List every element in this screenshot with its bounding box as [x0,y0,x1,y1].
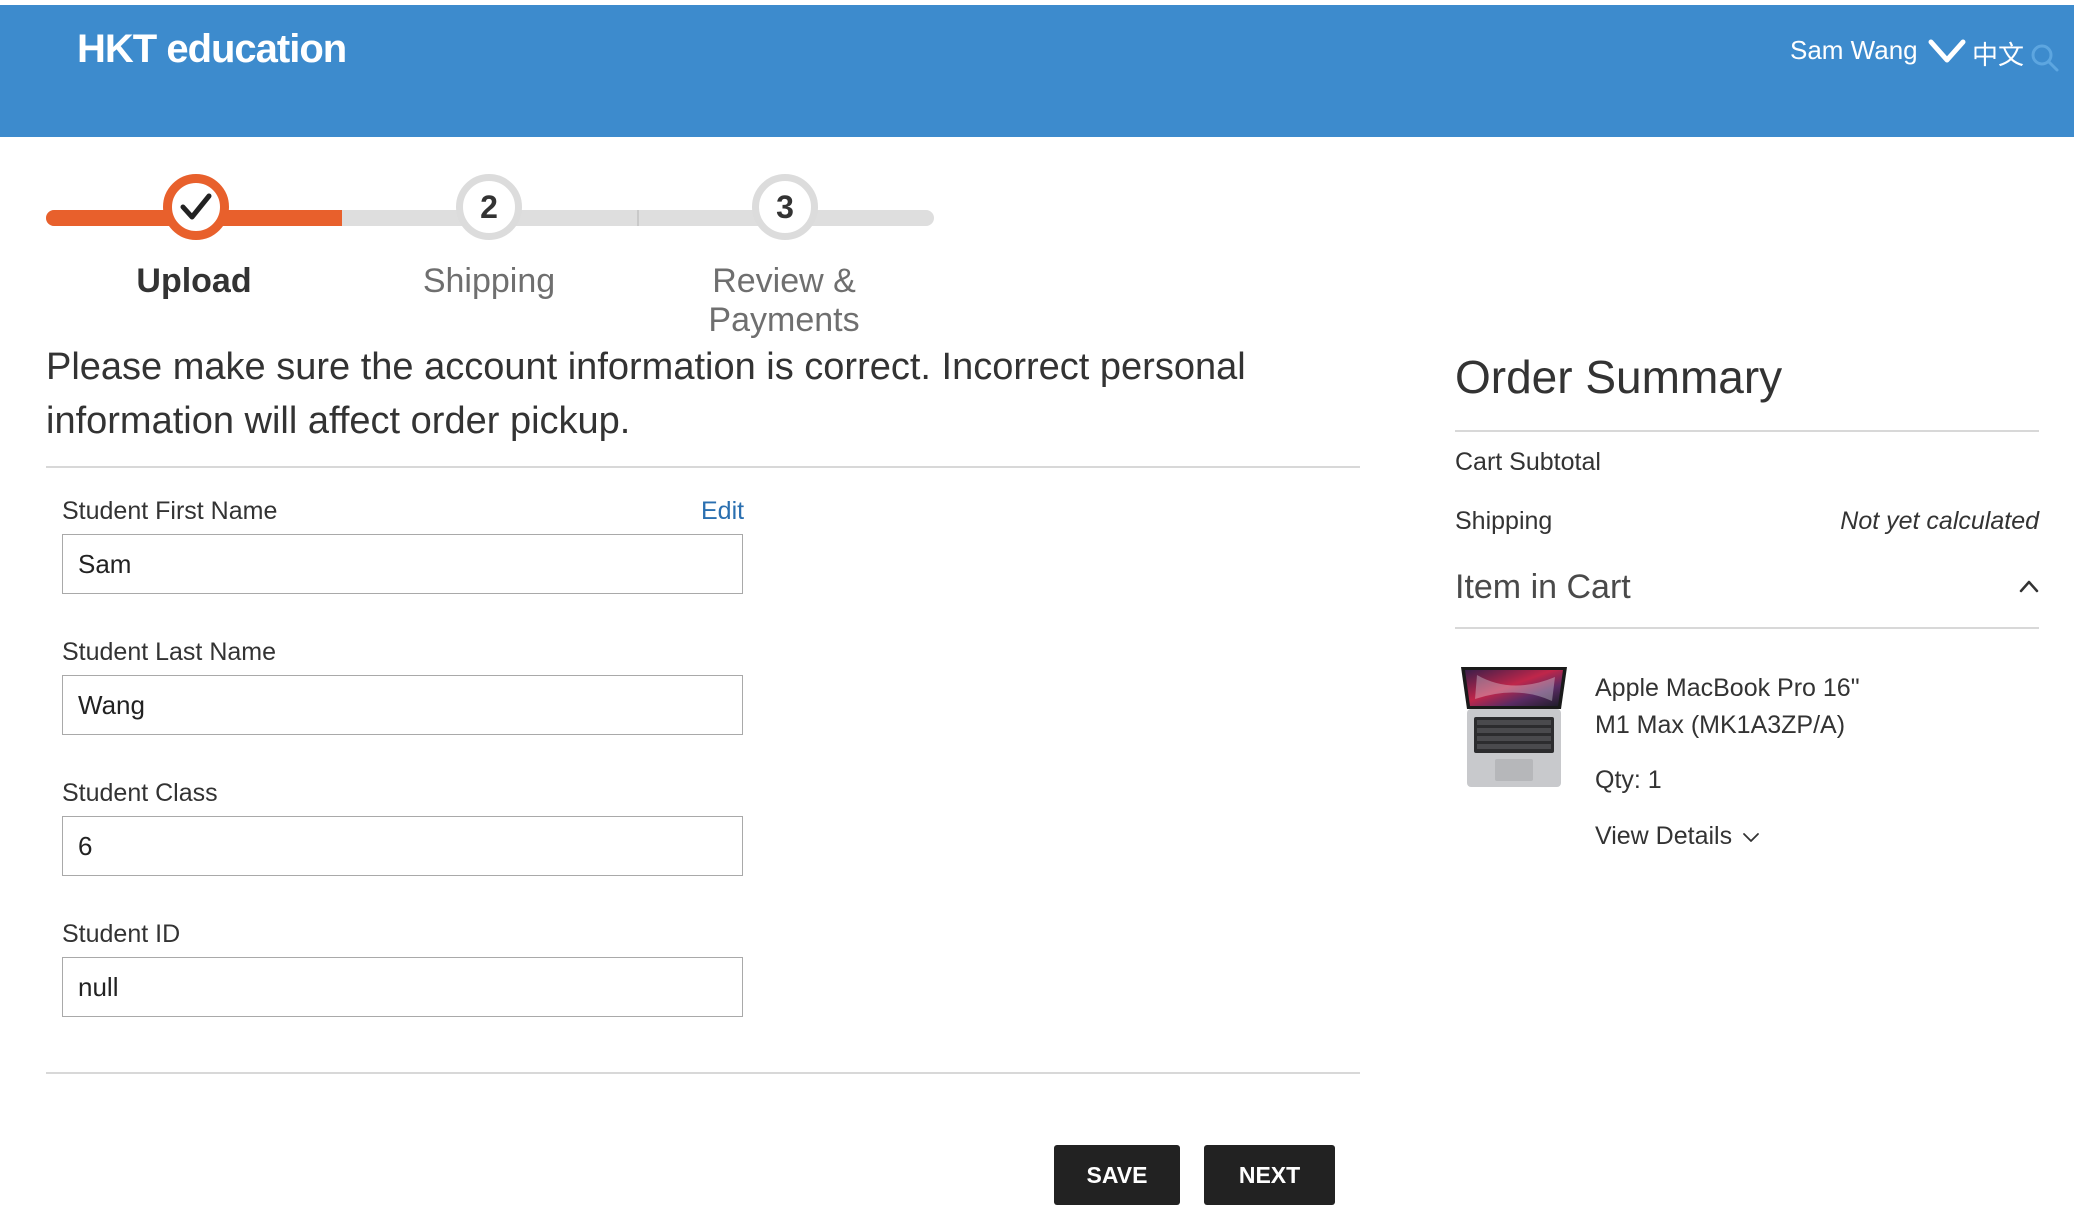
product-name-line1: Apple MacBook Pro 16" [1595,674,1860,702]
student-id-label: Student ID [62,920,181,948]
cart-subtotal-label: Cart Subtotal [1455,448,1601,476]
chevron-up-icon[interactable] [2018,578,2040,594]
product-image [1461,667,1567,787]
step-upload-circle[interactable] [163,174,229,240]
checkout-stepper: 2 3 Upload Shipping Review & Payments [0,160,960,339]
user-name: Sam Wang [1790,35,1918,65]
view-details-toggle[interactable]: View Details [1595,822,1760,851]
top-header: HKT education Sam Wang 中文 [0,5,2074,137]
site-logo[interactable]: HKT education [77,27,347,72]
first-name-label: Student First Name [62,497,278,525]
edit-link[interactable]: Edit [701,497,744,526]
last-name-input[interactable] [62,675,743,735]
step-shipping-label: Shipping [422,262,556,300]
shipping-value: Not yet calculated [1840,507,2039,535]
account-info-notice: Please make sure the account information… [46,346,1246,442]
search-icon[interactable] [2030,43,2060,73]
next-button[interactable]: NEXT [1204,1145,1335,1205]
divider [46,466,1360,468]
step-shipping-circle[interactable]: 2 [456,174,522,240]
class-input[interactable] [62,816,743,876]
chevron-down-icon [1743,832,1760,842]
divider [1455,430,2039,432]
step-review-label: Review & Payments [708,262,860,339]
progress-divider [637,210,639,226]
save-button[interactable]: SAVE [1054,1145,1180,1205]
first-name-input[interactable] [62,534,743,594]
last-name-label: Student Last Name [62,638,277,666]
student-id-input[interactable] [62,957,743,1017]
step-upload-label: Upload [136,262,252,300]
product-name[interactable]: Apple MacBook Pro 16" M1 Max (MK1A3ZP/A) [1595,670,1915,744]
items-in-cart-heading[interactable]: Item in Cart [1455,568,1631,607]
view-details-label: View Details [1595,822,1733,850]
step-review-circle[interactable]: 3 [752,174,818,240]
divider [46,1072,1360,1074]
language-toggle[interactable]: 中文 [1972,35,2024,72]
shipping-label: Shipping [1455,507,1553,535]
class-label: Student Class [62,779,218,807]
user-menu[interactable]: Sam Wang [1790,35,1966,66]
divider [1455,627,2039,629]
product-quantity: Qty: 1 [1595,766,1662,794]
chevron-down-icon [1928,39,1966,62]
checkmark-icon [180,193,212,220]
order-summary-title: Order Summary [1455,351,1783,403]
product-name-line2: M1 Max (MK1A3ZP/A) [1595,711,1846,739]
